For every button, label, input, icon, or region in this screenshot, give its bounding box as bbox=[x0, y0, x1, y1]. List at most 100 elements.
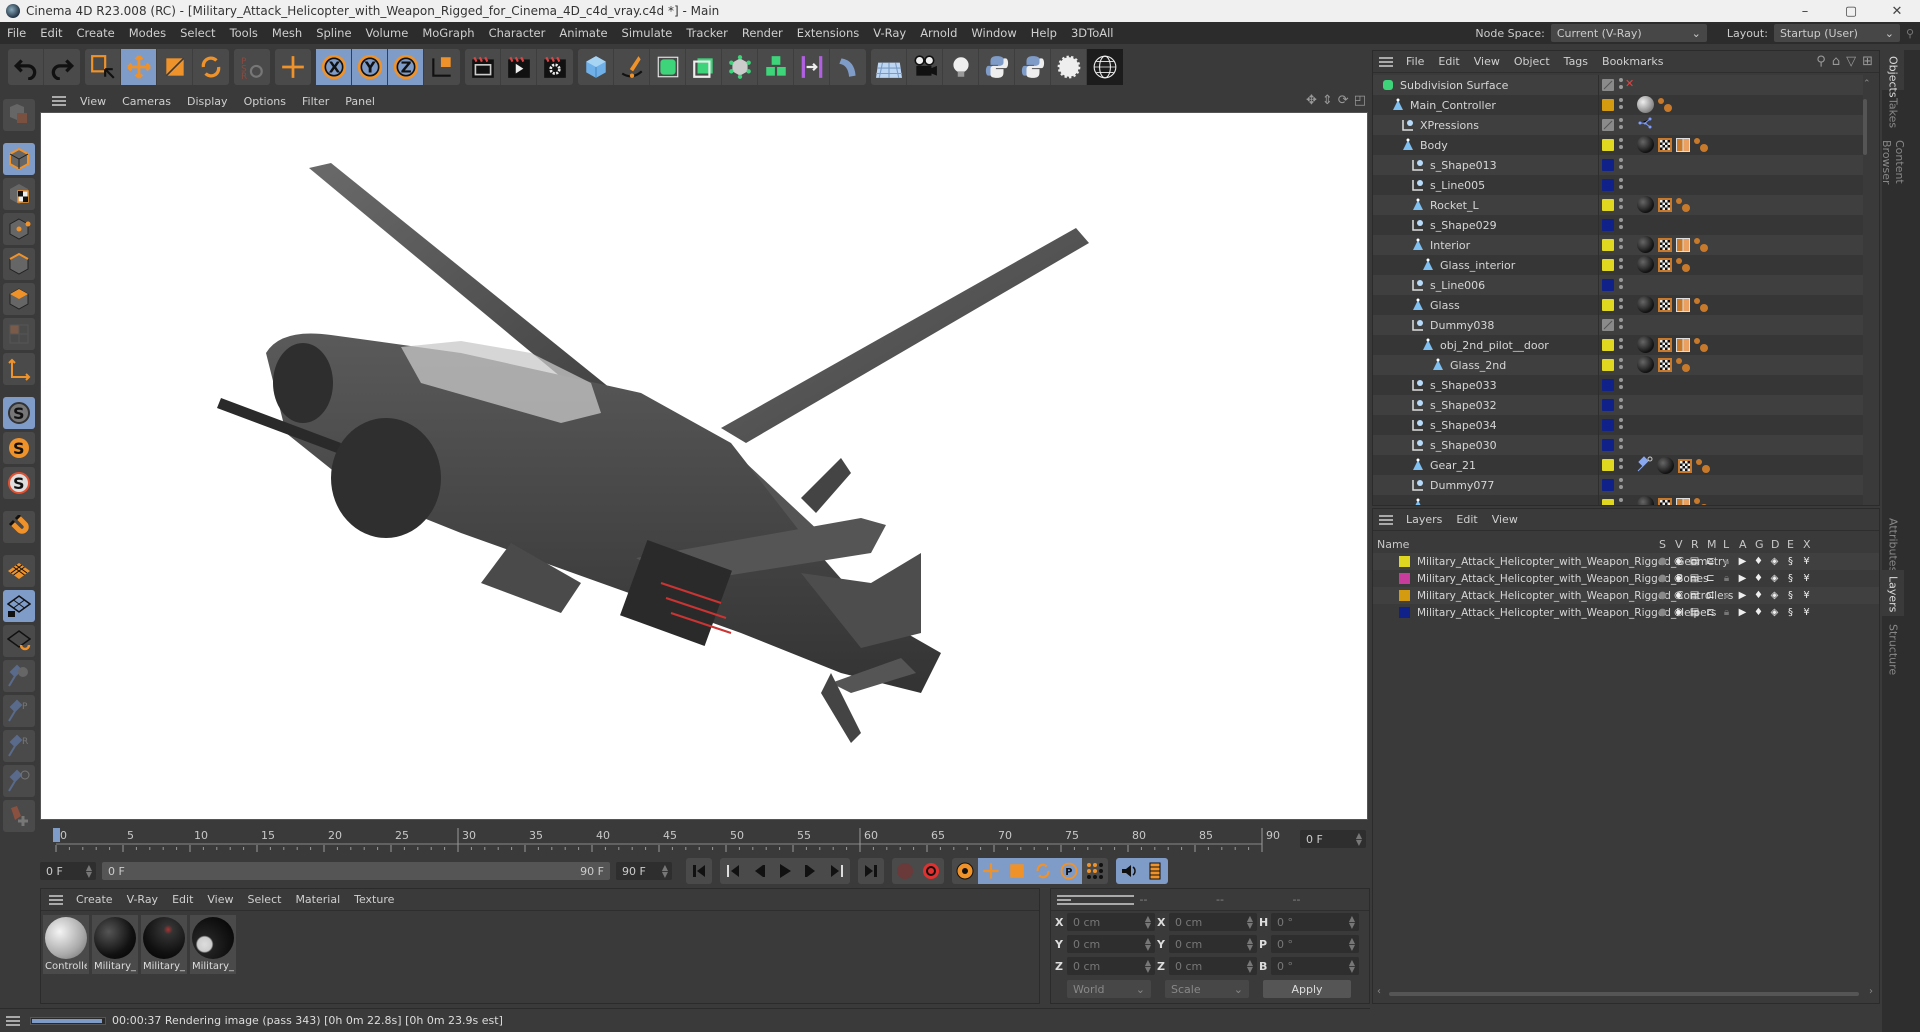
uvw-tag-icon[interactable] bbox=[1676, 237, 1690, 252]
menu-modes[interactable]: Modes bbox=[122, 26, 173, 40]
deformer-button[interactable] bbox=[830, 49, 866, 85]
solo-dot-icon[interactable]: ● bbox=[1657, 590, 1668, 601]
solo-dot-icon[interactable]: ● bbox=[1657, 556, 1668, 567]
spinner-icon[interactable]: ▲ ▼ bbox=[1247, 959, 1253, 974]
python-generator-button[interactable] bbox=[1015, 49, 1051, 85]
material-menu-edit[interactable]: Edit bbox=[165, 893, 200, 906]
python-button[interactable] bbox=[979, 49, 1015, 85]
material-swatch[interactable]: Controlle bbox=[43, 915, 89, 974]
frame-range-slider[interactable]: 0 F 90 F bbox=[102, 862, 610, 880]
object-row[interactable]: Dummy077 bbox=[1373, 475, 1863, 495]
uv-mode-button[interactable] bbox=[3, 318, 35, 350]
spinner-icon[interactable]: ▲ ▼ bbox=[1145, 959, 1151, 974]
xref-icon[interactable]: ¥ bbox=[1801, 607, 1812, 618]
menu-render[interactable]: Render bbox=[735, 26, 790, 40]
layer-name[interactable]: Military_Attack_Helicopter_with_Weapon_R… bbox=[1417, 607, 1716, 619]
close-button[interactable]: ✕ bbox=[1874, 0, 1920, 22]
scale-tool-button[interactable] bbox=[157, 49, 193, 85]
object-list-scrollbar[interactable]: ⌃ bbox=[1863, 79, 1871, 499]
next-frame-button[interactable] bbox=[798, 858, 824, 884]
layout-dropdown[interactable]: Startup (User) ⌄ bbox=[1773, 24, 1900, 42]
xpresso-tag-icon[interactable] bbox=[1637, 116, 1653, 133]
visibility-dots-icon[interactable] bbox=[1619, 178, 1623, 192]
spinner-icon[interactable]: ▲ ▼ bbox=[1247, 937, 1253, 952]
pin-button[interactable] bbox=[3, 660, 35, 692]
texture-tag-icon[interactable] bbox=[1658, 197, 1672, 212]
layer-color-swatch[interactable] bbox=[1602, 379, 1614, 391]
material-tag-icon[interactable] bbox=[1637, 136, 1654, 153]
layer-color-swatch[interactable] bbox=[1602, 499, 1614, 505]
go-to-start-button[interactable] bbox=[686, 858, 712, 884]
render-icon[interactable]: ▤ bbox=[1689, 573, 1700, 584]
scrollbar-thumb[interactable] bbox=[1389, 992, 1859, 996]
rotation-field[interactable]: 0 ° ▲ ▼ bbox=[1271, 913, 1359, 931]
tab-structure[interactable]: Structure bbox=[1882, 618, 1904, 675]
scale-mode-dropdown[interactable]: Scale ⌄ bbox=[1165, 980, 1249, 998]
layer-row[interactable]: Military_Attack_Helicopter_with_Weapon_R… bbox=[1373, 604, 1879, 621]
tab-takes[interactable]: Takes bbox=[1882, 92, 1904, 132]
scroll-left-icon[interactable]: ‹ bbox=[1377, 986, 1381, 997]
extrude-button[interactable] bbox=[686, 49, 722, 85]
size-field[interactable]: 0 cm ▲ ▼ bbox=[1169, 935, 1257, 953]
visibility-dots-icon[interactable] bbox=[1619, 138, 1623, 152]
coordinate-mode-dropdown[interactable]: World ⌄ bbox=[1067, 980, 1151, 998]
spinner-icon[interactable]: ▲ ▼ bbox=[1247, 915, 1253, 930]
spinner-icon[interactable]: ▲ ▼ bbox=[1349, 937, 1355, 952]
xref-icon[interactable]: ¥ bbox=[1801, 573, 1812, 584]
material-tag-icon[interactable] bbox=[1637, 496, 1654, 505]
layer-column-s[interactable]: S bbox=[1659, 538, 1666, 551]
hamburger-menu-icon[interactable] bbox=[49, 894, 63, 905]
layer-color-swatch[interactable] bbox=[1602, 139, 1614, 151]
hamburger-menu-icon[interactable] bbox=[1057, 894, 1134, 905]
key-pla-button[interactable] bbox=[1082, 858, 1108, 884]
rotation-field[interactable]: 0 ° ▲ ▼ bbox=[1271, 935, 1359, 953]
end-frame-field[interactable]: 90 F ▲ ▼ bbox=[616, 862, 672, 880]
layer-color-swatch[interactable] bbox=[1602, 419, 1614, 431]
solo-dot-icon[interactable]: ● bbox=[1657, 607, 1668, 618]
menu-help[interactable]: Help bbox=[1024, 26, 1064, 40]
layer-color-swatch[interactable] bbox=[1602, 339, 1614, 351]
start-frame-field[interactable]: 0 F ▲ ▼ bbox=[40, 862, 96, 880]
layer-horizontal-scrollbar[interactable]: ‹ › bbox=[1377, 986, 1873, 999]
prev-frame-button[interactable] bbox=[746, 858, 772, 884]
new-window-icon[interactable]: ⊞ bbox=[1862, 54, 1873, 69]
make-editable-button[interactable] bbox=[3, 99, 35, 131]
timeline[interactable]: 0 5 10 15 20 25 30 35 40 45 50 55 60 65 70 75 80 85 90 0 F… bbox=[40, 826, 1370, 856]
material-swatch[interactable]: Military_ bbox=[190, 915, 236, 974]
mograph-cubes-button[interactable] bbox=[758, 49, 794, 85]
prev-key-button[interactable] bbox=[720, 858, 746, 884]
material-menu-vray[interactable]: V-Ray bbox=[120, 893, 166, 906]
visibility-dots-icon[interactable] bbox=[1619, 158, 1623, 172]
material-tag-icon[interactable] bbox=[1637, 96, 1654, 113]
menu-mesh[interactable]: Mesh bbox=[265, 26, 309, 40]
object-row[interactable]: Interior bbox=[1373, 235, 1863, 255]
viewport-menu-cameras[interactable]: Cameras bbox=[114, 95, 179, 108]
om-menu-object[interactable]: Object bbox=[1507, 55, 1557, 68]
z-axis-lock-button[interactable]: Z bbox=[388, 49, 424, 85]
play-button[interactable] bbox=[772, 858, 798, 884]
lock-icon[interactable]: 🔒︎ bbox=[1721, 590, 1732, 601]
layer-color-swatch[interactable] bbox=[1602, 119, 1614, 131]
manager-icon[interactable]: ⊏ bbox=[1705, 607, 1716, 618]
cube-button[interactable] bbox=[578, 49, 614, 85]
object-row[interactable]: s_Shape032 bbox=[1373, 395, 1863, 415]
rotate-view-icon[interactable]: ⟳ bbox=[1338, 93, 1349, 108]
visibility-dots-icon[interactable] bbox=[1619, 298, 1623, 312]
viewport-menu-panel[interactable]: Panel bbox=[337, 95, 383, 108]
menu-tools[interactable]: Tools bbox=[223, 26, 265, 40]
viewport-menu-view[interactable]: View bbox=[72, 95, 114, 108]
x-axis-lock-button[interactable]: X bbox=[316, 49, 352, 85]
lm-menu-edit[interactable]: Edit bbox=[1449, 513, 1484, 526]
render-to-picture-viewer-button[interactable] bbox=[501, 49, 537, 85]
om-menu-tags[interactable]: Tags bbox=[1557, 55, 1595, 68]
spinner-icon[interactable]: ▲ ▼ bbox=[86, 864, 92, 879]
menu-simulate[interactable]: Simulate bbox=[615, 26, 680, 40]
material-swatch[interactable]: Military_ bbox=[92, 915, 138, 974]
material-menu-create[interactable]: Create bbox=[69, 893, 120, 906]
manager-icon[interactable]: ⊏ bbox=[1705, 556, 1716, 567]
menu-create[interactable]: Create bbox=[70, 26, 122, 40]
generators-icon[interactable]: ♦ bbox=[1753, 607, 1764, 618]
layer-color-swatch[interactable] bbox=[1602, 259, 1614, 271]
object-row[interactable]: Body bbox=[1373, 135, 1863, 155]
layer-column-e[interactable]: E bbox=[1787, 538, 1794, 551]
